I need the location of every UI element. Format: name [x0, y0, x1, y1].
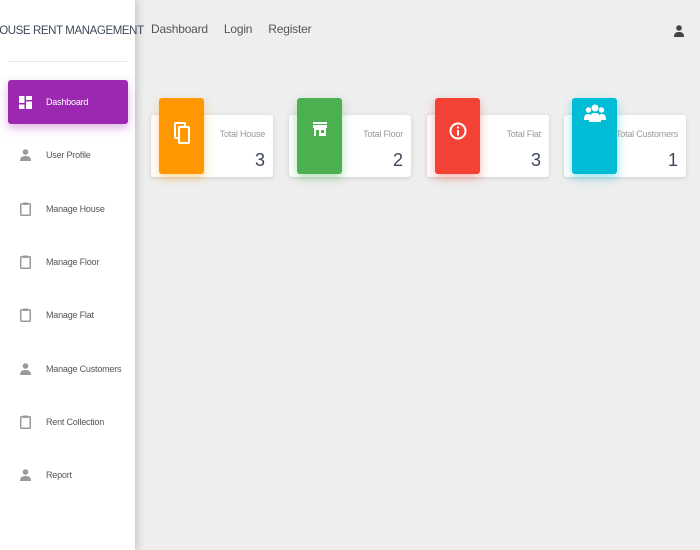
card-title: Total House [219, 129, 266, 139]
store-icon [297, 98, 342, 174]
card-title: Total Floor [363, 129, 403, 139]
nav-link-register[interactable]: Register [268, 22, 311, 36]
person-icon [17, 467, 33, 483]
card-title: Total Flat [506, 129, 541, 139]
stat-card-total-floor: Total Floor 2 [289, 98, 411, 177]
sidebar-item-report[interactable]: Report [8, 453, 128, 497]
user-icon[interactable] [674, 24, 686, 38]
sidebar-item-label: Rent Collection [46, 417, 105, 427]
stat-card-total-flat: Total Flat 3 [427, 98, 549, 177]
sidebar-item-dashboard[interactable]: Dashboard [8, 80, 128, 124]
info-icon [435, 98, 480, 174]
stat-card-total-house: Total House 3 [151, 98, 273, 177]
top-nav-links: Dashboard Login Register [151, 22, 312, 36]
sidebar-item-manage-house[interactable]: Manage House [8, 187, 128, 231]
card-value: 3 [530, 150, 541, 170]
clipboard-icon [17, 201, 33, 217]
clipboard-icon [17, 414, 33, 430]
sidebar-item-label: User Profile [46, 150, 91, 160]
person-icon [17, 361, 33, 377]
people-icon [572, 98, 617, 174]
sidebar-item-label: Manage Floor [46, 257, 100, 267]
card-value: 2 [392, 150, 403, 170]
sidebar-item-label: Report [46, 470, 72, 480]
sidebar-item-rent-collection[interactable]: Rent Collection [8, 400, 128, 444]
card-title: Total Customers [615, 129, 678, 139]
divider [8, 61, 127, 62]
sidebar-item-manage-floor[interactable]: Manage Floor [8, 240, 128, 284]
clipboard-icon [17, 254, 33, 270]
brand[interactable]: HOUSE RENT MANAGEMENT [0, 0, 144, 62]
person-icon [17, 147, 33, 163]
dashboard-icon [17, 94, 33, 110]
card-value: 3 [254, 150, 265, 170]
card-value: 1 [667, 150, 678, 170]
top-navbar: Dashboard Login Register [135, 0, 700, 62]
nav-link-login[interactable]: Login [224, 22, 253, 36]
stat-card-total-customers: Total Customers 1 [564, 98, 686, 177]
clipboard-icon [17, 307, 33, 323]
app-title: HOUSE RENT MANAGEMENT [0, 25, 144, 37]
copy-icon [159, 98, 204, 174]
sidebar-item-manage-flat[interactable]: Manage Flat [8, 293, 128, 337]
sidebar-item-label: Manage Flat [46, 310, 94, 320]
nav-link-dashboard[interactable]: Dashboard [151, 22, 208, 36]
sidebar-item-user-profile[interactable]: User Profile [8, 133, 128, 177]
sidebar-item-label: Manage Customers [46, 364, 122, 374]
sidebar: HOUSE RENT MANAGEMENT Dashboard User Pro… [0, 0, 144, 550]
sidebar-item-label: Dashboard [46, 97, 89, 107]
sidebar-item-label: Manage House [46, 204, 105, 214]
sidebar-item-manage-customers[interactable]: Manage Customers [8, 347, 128, 391]
